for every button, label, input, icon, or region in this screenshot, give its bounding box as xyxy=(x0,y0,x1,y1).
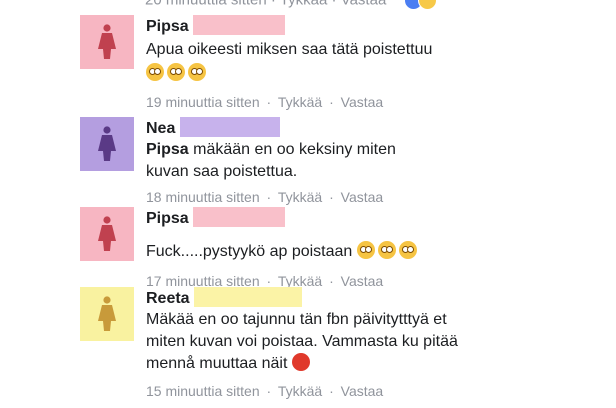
comment-text: Apua oikeesti miksen saa tätä poistettuu xyxy=(146,41,433,58)
comment-time[interactable]: 18 minuuttia sitten xyxy=(146,189,260,205)
meta-separator: · xyxy=(266,189,272,205)
redacted-surname xyxy=(179,117,280,137)
meta-separator: · xyxy=(332,0,337,8)
like-link[interactable]: Tykkää xyxy=(278,189,322,205)
meta-separator: · xyxy=(329,189,334,205)
angry-emoji xyxy=(291,353,310,371)
redacted-surname xyxy=(194,287,303,307)
eye-roll-emoji xyxy=(398,241,417,259)
comment-author[interactable]: Reeta xyxy=(146,290,190,307)
avatar[interactable] xyxy=(80,287,134,341)
meta-separator: · xyxy=(271,0,276,8)
avatar[interactable] xyxy=(80,207,134,261)
comment-author[interactable]: Pipsa xyxy=(146,18,189,35)
comment-time[interactable]: 19 minuuttia sitten xyxy=(146,94,260,110)
reply-link[interactable]: Vastaa xyxy=(341,94,384,110)
redacted-surname xyxy=(193,207,286,227)
meta-separator: · xyxy=(266,94,272,110)
comment-author[interactable]: Pipsa xyxy=(146,210,189,227)
comment-author[interactable]: Nea xyxy=(146,120,175,137)
flushed-emoji xyxy=(146,63,164,81)
flushed-emoji xyxy=(167,63,185,81)
avatar[interactable] xyxy=(80,15,134,69)
flushed-emoji xyxy=(188,63,206,81)
reply-link[interactable]: Vastaa xyxy=(341,383,384,399)
emoji-row xyxy=(146,63,586,85)
comment-time[interactable]: 15 minuuttia sitten xyxy=(146,383,260,399)
comment-meta: 15 minuuttia sitten · Tykkää · Vastaa xyxy=(146,382,586,400)
comment-time: 20 minuuttia sitten xyxy=(145,0,267,8)
reply-link[interactable]: Vastaa xyxy=(341,0,387,8)
eye-roll-emoji xyxy=(356,241,375,259)
mention-link[interactable]: Pipsa xyxy=(146,141,189,158)
person-icon xyxy=(98,126,116,161)
eye-roll-emoji xyxy=(377,241,396,259)
avatar[interactable] xyxy=(80,117,134,171)
person-icon xyxy=(98,216,116,251)
wow-reaction-icon xyxy=(418,0,438,10)
previous-comment-meta: 20 minuuttia sitten · Tykkää · Vastaa xyxy=(145,0,438,10)
person-icon xyxy=(98,296,116,331)
comment-text: Fuck.....pystyykö ap poistaan xyxy=(146,243,353,260)
meta-separator: · xyxy=(266,383,272,399)
meta-separator: · xyxy=(329,94,334,110)
comment-meta: 19 minuuttia sitten · Tykkää · Vastaa xyxy=(146,93,586,111)
reaction-summary[interactable] xyxy=(404,0,438,10)
like-link[interactable]: Tykkää xyxy=(278,383,322,399)
comment-text-row: Fuck.....pystyykö ap poistaan xyxy=(146,241,586,263)
person-icon xyxy=(98,24,116,59)
comment-text-row: Mäkää en oo tajunnu tän fbn päivitytttyä… xyxy=(146,309,466,375)
reply-link[interactable]: Vastaa xyxy=(341,189,384,205)
meta-separator: · xyxy=(329,383,334,399)
like-link[interactable]: Tykkää xyxy=(280,0,328,8)
like-link[interactable]: Tykkää xyxy=(278,94,322,110)
comment-meta: 18 minuuttia sitten · Tykkää · Vastaa xyxy=(146,188,586,206)
redacted-surname xyxy=(193,15,286,35)
